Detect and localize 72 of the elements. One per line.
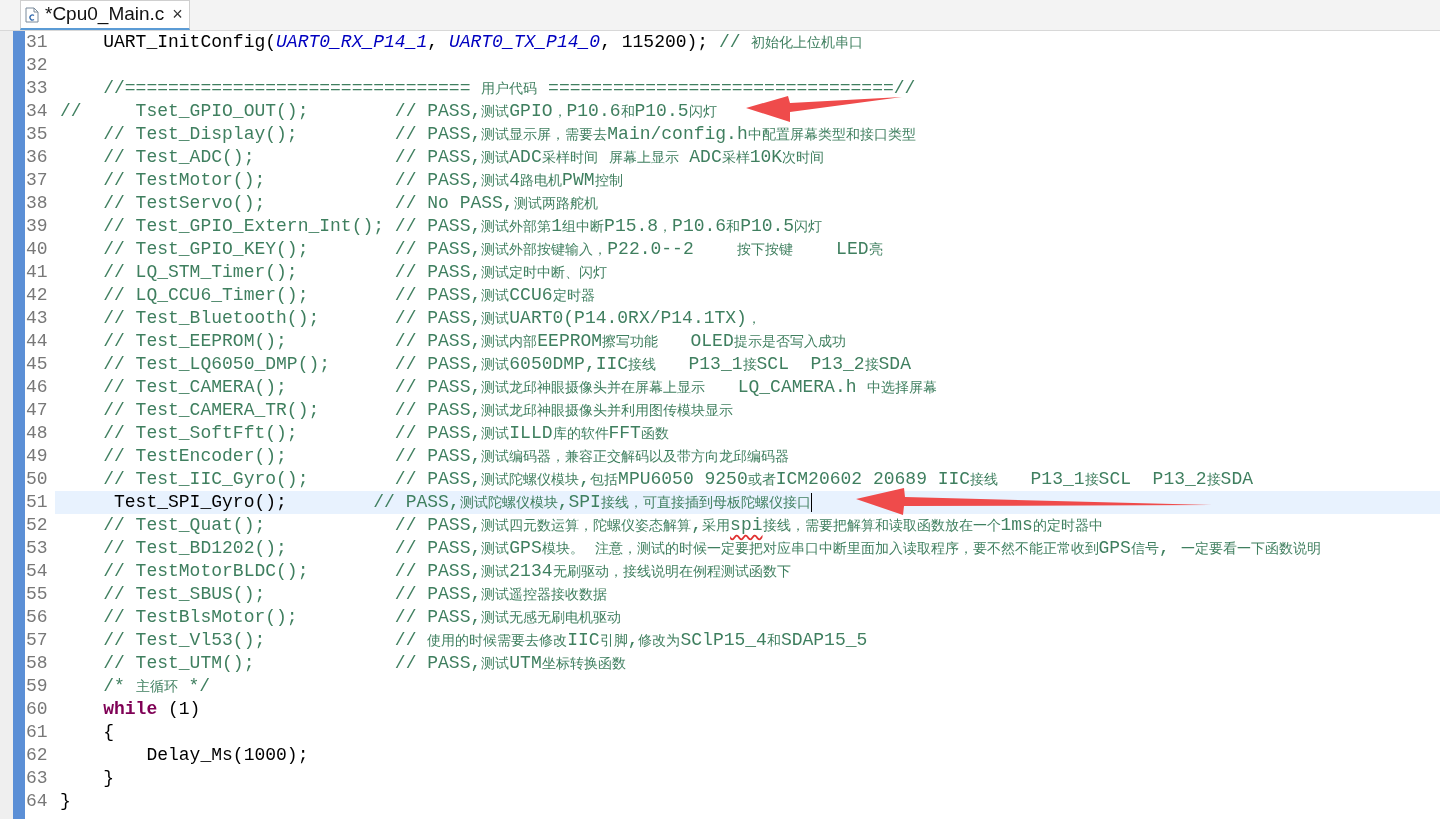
line-number: 50 bbox=[25, 468, 49, 491]
code-line: // Test_EEPROM(); // PASS,测试内部EEPROM擦写功能 OLED提示是否写入成功 bbox=[102, 330, 846, 353]
line-number: 35 bbox=[25, 123, 49, 146]
line-number: 55 bbox=[25, 583, 49, 606]
text-cursor bbox=[810, 493, 812, 512]
line-number: 48 bbox=[25, 422, 49, 445]
line-number: 45 bbox=[25, 353, 49, 376]
line-number: 32 bbox=[25, 54, 49, 77]
code-line: // Test_BD1202(); // PASS,测试GPS模块。 注意，测试的时候一定要把对应串口中断里面加入读取程序，要不然不能正常收到GPS信号, 一定要看一下函数说明 bbox=[102, 537, 1321, 560]
line-number: 38 bbox=[25, 192, 49, 215]
line-number: 37 bbox=[25, 169, 49, 192]
line-number: 52 bbox=[25, 514, 49, 537]
line-number: 63 bbox=[25, 767, 49, 790]
code-line: // Test_ADC(); // PASS,测试ADC采样时间 屏幕上显示 ADC采样10K次时间 bbox=[102, 146, 825, 169]
line-number: 42 bbox=[25, 284, 49, 307]
line-number: 61 bbox=[25, 721, 49, 744]
code-line: //================================ 用户代码 ================================// bbox=[102, 77, 916, 100]
code-line: } bbox=[60, 790, 71, 813]
line-number: 34 bbox=[25, 100, 49, 123]
code-line: while (1) bbox=[102, 698, 201, 721]
code-line: // Test_CAMERA(); // PASS,测试龙邱神眼摄像头并在屏幕上显示 LQ_CAMERA.h 中选择屏幕 bbox=[102, 376, 938, 399]
code-line: /* 主循环 */ bbox=[102, 675, 211, 698]
code-line: // Test_Vl53(); // 使用的时候需要去修改IIC引脚,修改为SClP15_4和SDAP15_5 bbox=[102, 629, 868, 652]
line-number: 40 bbox=[25, 238, 49, 261]
code-line: // Test_UTM(); // PASS,测试UTM坐标转换函数 bbox=[102, 652, 626, 675]
code-line: // TestBlsMotor(); // PASS,测试无感无刷电机驱动 bbox=[102, 606, 622, 629]
code-line: // LQ_STM_Timer(); // PASS,测试定时中断、闪灯 bbox=[102, 261, 608, 284]
line-number: 39 bbox=[25, 215, 49, 238]
code-line: // Tset_GPIO_OUT(); // PASS,测试GPIO，P10.6和P10.5闪灯 bbox=[60, 100, 717, 123]
line-number: 57 bbox=[25, 629, 49, 652]
code-line: Test_SPI_Gyro(); // PASS,测试陀螺仪模块,SPI接线，可直接插到母板陀螺仪接口 bbox=[113, 491, 811, 514]
code-line: // Test_SBUS(); // PASS,测试遥控器接收数据 bbox=[102, 583, 608, 606]
line-number: 54 bbox=[25, 560, 49, 583]
code-line: // Test_CAMERA_TR(); // PASS,测试龙邱神眼摄像头并利用图传模块显示 bbox=[102, 399, 734, 422]
line-number: 59 bbox=[25, 675, 49, 698]
line-number: 46 bbox=[25, 376, 49, 399]
line-number: 58 bbox=[25, 652, 49, 675]
code-line: // Test_LQ6050_DMP(); // PASS,测试6050DMP,IIC接线 P13_1接SCL P13_2接SDA bbox=[102, 353, 911, 376]
line-number: 56 bbox=[25, 606, 49, 629]
code-line: // Test_GPIO_KEY(); // PASS,测试外部按键输入，P22.0--2 按下按键 LED亮 bbox=[102, 238, 883, 261]
code-line: // Test_SoftFft(); // PASS,测试ILLD库的软件FFT函数 bbox=[102, 422, 669, 445]
code-line: Delay_Ms(1000); bbox=[145, 744, 309, 767]
code-line: // Test_Bluetooth(); // PASS,测试UART0(P14.0RX/P14.1TX)， bbox=[102, 307, 761, 330]
line-number: 41 bbox=[25, 261, 49, 284]
code-line: } bbox=[102, 767, 114, 790]
line-number: 33 bbox=[25, 77, 49, 100]
tab-title: *Cpu0_Main.c bbox=[45, 2, 165, 27]
line-number: 60 bbox=[25, 698, 49, 721]
line-number: 51 bbox=[25, 491, 49, 514]
line-number: 49 bbox=[25, 445, 49, 468]
code-line: // TestMotorBLDC(); // PASS,测试2134无刷驱动，接线说明在例程测试函数下 bbox=[102, 560, 791, 583]
code-line: UART_InitConfig(UART0_RX_P14_1, UART0_TX_P14_0, 115200); // 初始化上位机串口 bbox=[102, 31, 864, 54]
line-number: 43 bbox=[25, 307, 49, 330]
line-number: 44 bbox=[25, 330, 49, 353]
line-number: 53 bbox=[25, 537, 49, 560]
c-file-icon bbox=[25, 6, 39, 23]
line-number: 47 bbox=[25, 399, 49, 422]
close-button[interactable]: × bbox=[170, 1, 185, 28]
line-number: 64 bbox=[25, 790, 49, 813]
code-line: // TestServo(); // No PASS,测试两路舵机 bbox=[102, 192, 598, 215]
line-number: 36 bbox=[25, 146, 49, 169]
code-line: { bbox=[102, 721, 114, 744]
line-number: 62 bbox=[25, 744, 49, 767]
code-line: // Test_Display(); // PASS,测试显示屏，需要去Main/config.h中配置屏幕类型和接口类型 bbox=[102, 123, 916, 146]
code-line: // Test_Quat(); // PASS,测试四元数运算，陀螺仪姿态解算,采用spi接线，需要把解算和读取函数放在一个1ms的定时器中 bbox=[102, 514, 1103, 537]
line-number: 31 bbox=[25, 31, 49, 54]
editor-tab[interactable]: *Cpu0_Main.c × bbox=[20, 0, 190, 30]
code-line: // TestEncoder(); // PASS,测试编码器，兼容正交解码以及带方向龙邱编码器 bbox=[102, 445, 790, 468]
code-line: // Test_IIC_Gyro(); // PASS,测试陀螺仪模块,包括MPU6050 9250或者ICM20602 20689 IIC接线 P13_1接SCL P13_2接SDA bbox=[102, 468, 1253, 491]
code-line: // TestMotor(); // PASS,测试4路电机PWM控制 bbox=[102, 169, 623, 192]
code-line: // Test_GPIO_Extern_Int(); // PASS,测试外部第1组中断P15.8，P10.6和P10.5闪灯 bbox=[102, 215, 823, 238]
code-line: // LQ_CCU6_Timer(); // PASS,测试CCU6定时器 bbox=[102, 284, 595, 307]
